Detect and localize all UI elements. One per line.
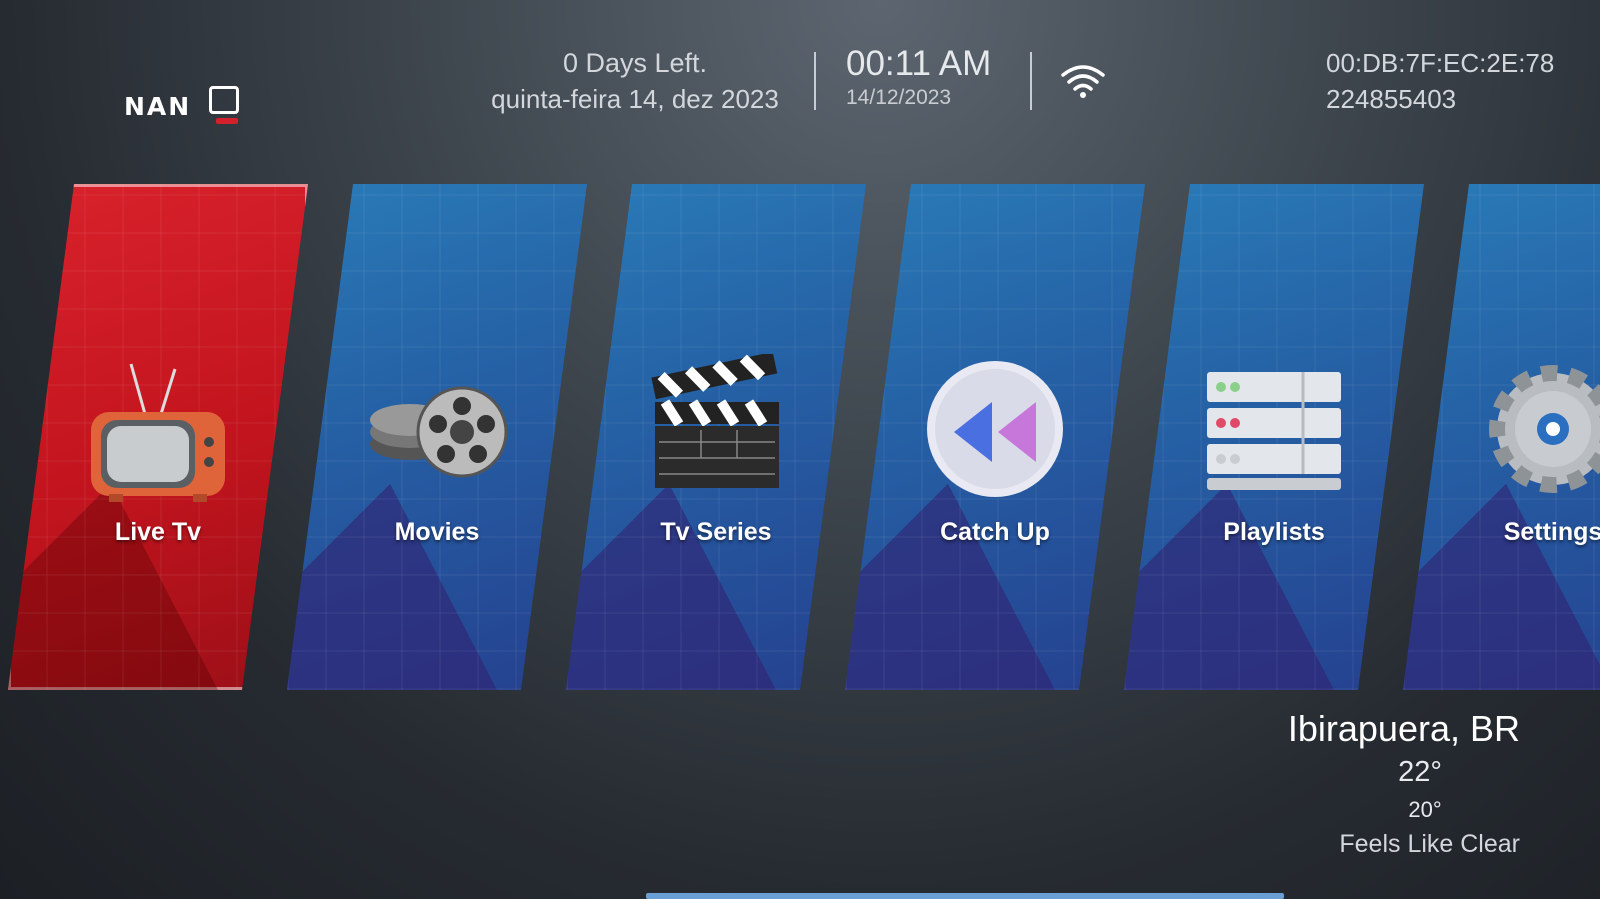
horizontal-scrollbar[interactable] xyxy=(646,893,1284,899)
app-logo: NAN xyxy=(124,84,244,130)
device-id: 224855403 xyxy=(1326,84,1457,114)
tile-label: Playlists xyxy=(1223,518,1325,546)
logo-tv-icon xyxy=(209,86,239,114)
clapperboard-icon xyxy=(651,354,779,488)
logo-text: NAN xyxy=(124,92,192,121)
divider xyxy=(814,52,816,110)
weather-description: Feels Like Clear xyxy=(1339,830,1520,858)
weather-location: Ibirapuera, BR xyxy=(1287,708,1520,749)
logo-badge xyxy=(216,118,238,124)
weather-temp-high: 22° xyxy=(1398,756,1442,788)
gear-icon xyxy=(1489,365,1600,493)
menu-tile-catch-up[interactable]: Catch Up xyxy=(845,184,1145,690)
film-reels-icon xyxy=(370,386,508,478)
tile-label: Settings xyxy=(1503,518,1600,546)
divider xyxy=(1030,52,1032,110)
subscription-days-left: 0 Days Left. xyxy=(562,48,708,78)
weather-temp-low: 20° xyxy=(1408,797,1442,822)
menu-tile-live-tv[interactable]: Live Tv xyxy=(8,184,308,690)
menu-tile-tv-series[interactable]: Tv Series xyxy=(566,184,866,690)
menu-tile-settings[interactable]: Settings xyxy=(1403,184,1600,690)
tile-label: Live Tv xyxy=(114,518,202,546)
tv-icon xyxy=(91,363,225,502)
wifi-icon xyxy=(1061,65,1105,98)
tile-label: Catch Up xyxy=(940,518,1050,546)
mac-address: 00:DB:7F:EC:2E:78 xyxy=(1326,48,1555,78)
tile-label: Tv Series xyxy=(660,518,772,546)
clock-time: 00:11 AM xyxy=(846,44,992,83)
server-stack-icon xyxy=(1207,372,1341,490)
clock-date: 14/12/2023 xyxy=(846,86,952,109)
long-date: quinta-feira 14, dez 2023 xyxy=(491,84,779,114)
rewind-icon xyxy=(927,361,1063,497)
tile-label: Movies xyxy=(394,518,480,546)
menu-tile-movies[interactable]: Movies xyxy=(287,184,587,690)
menu-tile-playlists[interactable]: Playlists xyxy=(1124,184,1424,690)
